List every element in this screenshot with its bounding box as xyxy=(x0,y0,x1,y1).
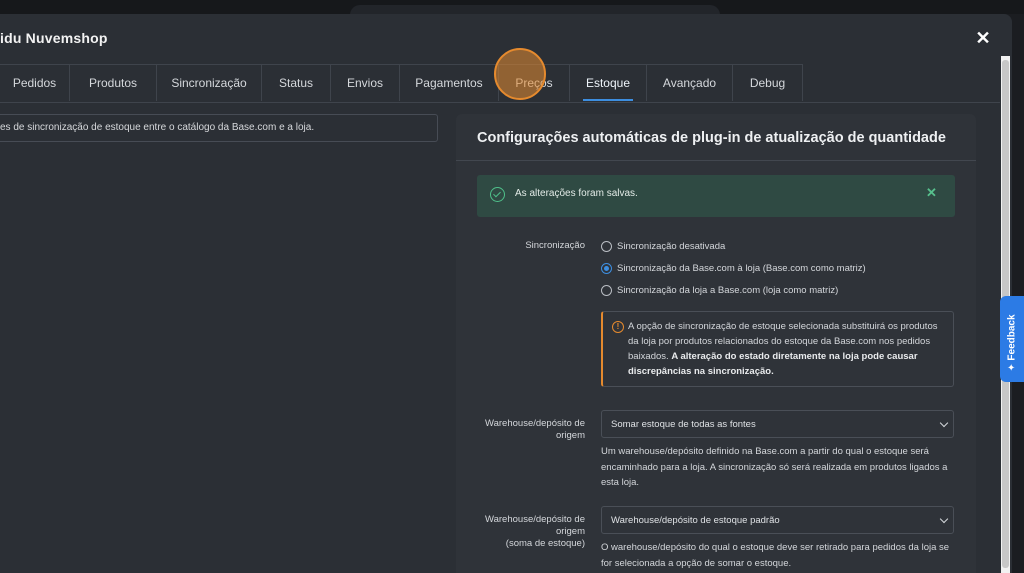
feedback-label: Feedback xyxy=(1006,314,1018,361)
tab-debug[interactable]: Debug xyxy=(733,64,803,101)
check-circle-icon xyxy=(490,187,505,202)
radio-label: Sincronização da Base.com à loja (Base.c… xyxy=(617,262,866,274)
warning-bold-text: A alteração do estado diretamente na loj… xyxy=(628,351,918,377)
integration-modal: idu Nuvemshop ✕ Pedidos Produtos Sincron… xyxy=(0,14,1012,573)
tab-precos[interactable]: Preços xyxy=(499,64,570,101)
warehouse-sum-label-line2: (soma de estoque) xyxy=(505,538,585,549)
sync-warning: ! A opção de sincronização de estoque se… xyxy=(601,311,954,387)
radio-button[interactable] xyxy=(601,284,612,296)
radio-sync-disabled[interactable]: Sincronização desativada xyxy=(601,239,725,253)
sparkle-icon: ✦ xyxy=(1007,363,1016,374)
select-value: Warehouse/depósito de estoque padrão xyxy=(611,515,780,526)
radio-button[interactable] xyxy=(601,240,612,252)
tab-avancado[interactable]: Avançado xyxy=(647,64,733,101)
browser-top-bar xyxy=(0,0,1024,25)
close-icon[interactable]: ✕ xyxy=(975,29,991,47)
feedback-button[interactable]: Feedback ✦ xyxy=(1000,296,1024,382)
radio-label: Sincronização desativada xyxy=(617,240,726,252)
tab-sincronizacao[interactable]: Sincronização xyxy=(157,64,262,101)
warehouse-sum-label: Warehouse/depósito de origem (soma de es… xyxy=(476,514,585,550)
radio-sync-base-to-store[interactable]: Sincronização da Base.com à loja (Base.c… xyxy=(601,261,866,275)
chevron-down-icon xyxy=(939,514,949,524)
tab-bar: Pedidos Produtos Sincronização Status En… xyxy=(0,64,803,102)
tab-status[interactable]: Status xyxy=(262,64,331,101)
panel-title: Configurações automáticas de plug-in de … xyxy=(477,130,946,146)
modal-title: idu Nuvemshop xyxy=(0,30,108,46)
tabs-divider xyxy=(0,102,1000,103)
close-icon[interactable]: ✕ xyxy=(926,185,937,201)
warehouse-origin-select[interactable]: Somar estoque de todas as fontes xyxy=(601,410,954,438)
warehouse-origin-label: Warehouse/depósito de origem xyxy=(485,418,585,441)
warning-text: A opção de sincronização de estoque sele… xyxy=(628,319,946,379)
alert-message: As alterações foram salvas. xyxy=(515,188,638,199)
select-value: Somar estoque de todas as fontes xyxy=(611,419,756,430)
warehouse-origin-help: Um warehouse/depósito definido na Base.c… xyxy=(601,446,948,488)
warehouse-sum-select[interactable]: Warehouse/depósito de estoque padrão xyxy=(601,506,954,534)
radio-button-checked[interactable] xyxy=(601,262,612,274)
radio-label: Sincronização da loja a Base.com (loja c… xyxy=(617,284,839,296)
tab-estoque[interactable]: Estoque xyxy=(570,64,647,101)
section-description: es de sincronização de estoque entre o c… xyxy=(0,114,438,142)
radio-sync-store-to-base[interactable]: Sincronização da loja a Base.com (loja c… xyxy=(601,283,838,297)
sync-label: Sincronização xyxy=(525,240,585,251)
chevron-down-icon xyxy=(939,418,949,428)
tab-pagamentos[interactable]: Pagamentos xyxy=(400,64,499,101)
tab-produtos[interactable]: Produtos xyxy=(70,64,157,101)
settings-panel: Configurações automáticas de plug-in de … xyxy=(456,114,976,573)
tab-envios[interactable]: Envios xyxy=(331,64,400,101)
warehouse-sum-label-line1: Warehouse/depósito de origem xyxy=(485,514,585,537)
panel-divider xyxy=(456,160,976,161)
info-icon: ! xyxy=(612,321,624,333)
success-alert: As alterações foram salvas. ✕ xyxy=(477,175,955,217)
tab-pedidos[interactable]: Pedidos xyxy=(0,64,70,101)
warehouse-sum-help: O warehouse/depósito do qual o estoque d… xyxy=(601,542,950,569)
